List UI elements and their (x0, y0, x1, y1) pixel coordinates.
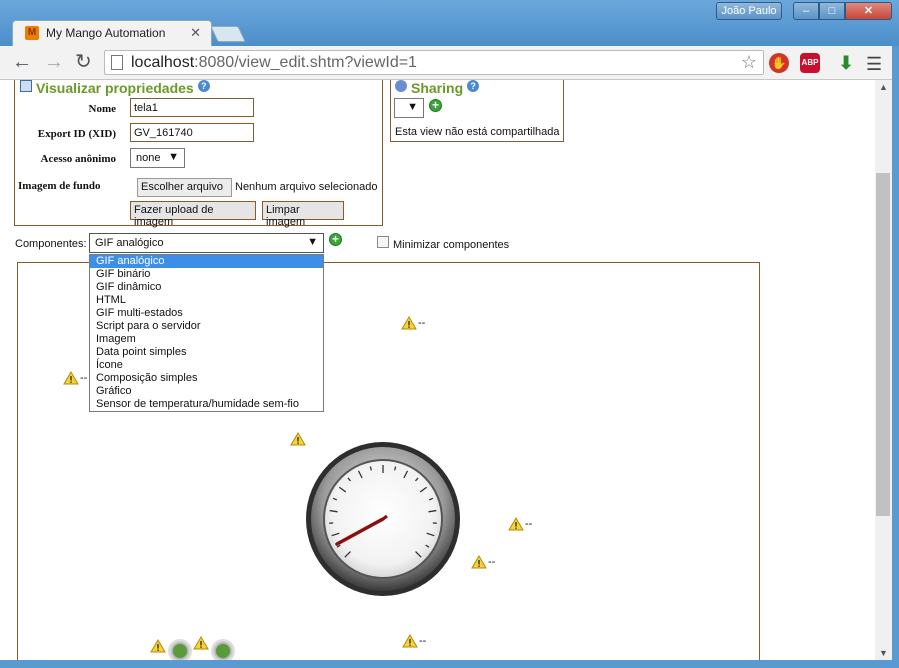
name-input[interactable]: tela1 (130, 98, 254, 117)
help-icon[interactable]: ? (197, 80, 210, 92)
add-component-icon[interactable]: + (329, 233, 342, 246)
component-option[interactable]: Gráfico (90, 385, 323, 398)
window-frame-bottom (0, 660, 899, 668)
warning-icon[interactable] (402, 634, 418, 648)
components-label: Componentes: (15, 238, 87, 250)
properties-title-text: Visualizar propriedades (36, 80, 194, 96)
forward-arrow-icon[interactable]: → (44, 51, 64, 73)
url-rest: :8080/view_edit.shtm?viewId=1 (194, 54, 417, 71)
name-label: Nome (88, 103, 117, 115)
dropdown-arrow-icon: ▼ (407, 101, 418, 113)
bg-image-label: Imagem de fundo (18, 180, 101, 192)
sharing-title: Sharing? (395, 80, 480, 96)
sharing-user-select[interactable]: ▼ (394, 98, 424, 118)
component-option[interactable]: Sensor de temperatura/humidade sem-fio (90, 398, 323, 411)
component-option[interactable]: GIF multi-estados (90, 307, 323, 320)
warning-icon[interactable] (290, 432, 306, 446)
anon-access-label: Acesso anônimo (40, 153, 116, 165)
sharing-title-text: Sharing (411, 80, 464, 96)
component-option[interactable]: Ícone (90, 359, 323, 372)
warning-icon[interactable] (401, 316, 417, 330)
components-selected-value: GIF analógico (95, 237, 164, 249)
back-arrow-icon[interactable]: ← (12, 51, 32, 73)
tab-close-icon[interactable]: ✕ (190, 25, 201, 41)
sharing-status-text: Esta view não está compartilhada (395, 126, 560, 138)
warning-value: -- (419, 635, 427, 647)
new-tab-button[interactable] (210, 26, 246, 42)
browser-window: M My Mango Automation ✕ João Paulo – □ ✕… (0, 0, 899, 668)
clear-image-button[interactable]: Limpar imagem (262, 201, 344, 228)
warning-icon[interactable] (63, 371, 79, 385)
component-option[interactable]: GIF binário (90, 268, 323, 281)
address-bar[interactable]: localhost:8080/view_edit.shtm?viewId=1 ☆ (104, 50, 764, 75)
scroll-up-icon[interactable]: ▲ (879, 82, 888, 92)
properties-panel: Visualizar propriedades? Nome tela1 Expo… (14, 80, 383, 228)
add-share-icon[interactable]: + (429, 99, 442, 112)
scrollbar-thumb[interactable] (876, 173, 890, 516)
dropdown-arrow-icon: ▼ (168, 151, 179, 163)
reload-icon[interactable]: ↻ (75, 51, 92, 73)
warning-value: -- (525, 518, 533, 530)
warning-value: -- (80, 372, 88, 384)
anon-access-value: none (136, 152, 161, 164)
components-select[interactable]: GIF analógico ▼ (89, 233, 324, 253)
vertical-scrollbar[interactable]: ▲ ▼ (875, 80, 892, 660)
choose-file-button[interactable]: Escolher arquivo (137, 178, 232, 197)
led-indicator-icon[interactable] (168, 639, 192, 660)
properties-title: Visualizar propriedades? (20, 80, 210, 96)
stop-extension-icon[interactable]: ✋ (769, 53, 789, 73)
warning-icon[interactable] (150, 639, 166, 653)
adblock-extension-icon[interactable]: ABP (800, 53, 820, 73)
warning-icon[interactable] (193, 636, 209, 650)
xid-input[interactable]: GV_161740 (130, 123, 254, 142)
warning-icon[interactable] (471, 555, 487, 569)
maximize-button[interactable]: □ (819, 2, 845, 20)
components-dropdown-list[interactable]: GIF analógico GIF binário GIF dinâmico HTML… (89, 254, 324, 412)
dropdown-arrow-icon: ▼ (307, 236, 318, 248)
analog-gauge[interactable] (305, 441, 461, 597)
no-file-text: Nenhum arquivo selecionado (235, 181, 378, 193)
component-option[interactable]: Imagem (90, 333, 323, 346)
led-indicator-icon[interactable] (211, 639, 235, 660)
scroll-down-icon[interactable]: ▼ (879, 648, 888, 658)
component-option[interactable]: Composição simples (90, 372, 323, 385)
properties-icon (20, 80, 32, 92)
gauge-tick (369, 466, 372, 471)
warning-value: -- (488, 556, 496, 568)
component-option[interactable]: GIF dinâmico (90, 281, 323, 294)
component-option[interactable]: Script para o servidor (90, 320, 323, 333)
component-option[interactable]: Data point simples (90, 346, 323, 359)
close-window-button[interactable]: ✕ (845, 2, 892, 20)
component-option[interactable]: GIF analógico (90, 255, 323, 268)
bookmark-star-icon[interactable]: ☆ (741, 52, 757, 73)
url-host: localhost (131, 54, 195, 71)
mango-favicon-icon: M (25, 26, 39, 40)
url-text: localhost:8080/view_edit.shtm?viewId=1 (131, 54, 417, 72)
minimize-button[interactable]: – (793, 2, 819, 20)
anon-access-select[interactable]: none ▼ (130, 148, 185, 168)
minimize-components-checkbox[interactable] (377, 236, 389, 248)
menu-icon[interactable]: ☰ (866, 54, 882, 75)
warning-icon[interactable] (508, 517, 524, 531)
gauge-tick (394, 466, 397, 471)
window-frame-right (892, 46, 899, 668)
upload-image-button[interactable]: Fazer upload de imagem (130, 201, 256, 228)
help-icon[interactable]: ? (467, 80, 480, 92)
warning-value: -- (418, 317, 426, 329)
users-icon (395, 80, 407, 92)
component-option[interactable]: HTML (90, 294, 323, 307)
minimize-components-label: Minimizar componentes (393, 239, 510, 251)
title-bar: M My Mango Automation ✕ João Paulo – □ ✕ (0, 0, 899, 46)
page-icon (111, 55, 123, 70)
tab-title: My Mango Automation (46, 26, 166, 40)
download-extension-icon[interactable]: ⬇ (836, 53, 856, 73)
xid-label: Export ID (XID) (37, 128, 116, 140)
browser-toolbar: ← → ↻ localhost:8080/view_edit.shtm?view… (0, 46, 899, 80)
page-content: Visualizar propriedades? Nome tela1 Expo… (0, 80, 875, 660)
browser-tab[interactable]: M My Mango Automation ✕ (12, 20, 212, 46)
profile-button[interactable]: João Paulo (716, 2, 782, 20)
sharing-panel: Sharing? ▼ + Esta view não está comparti… (390, 80, 564, 142)
